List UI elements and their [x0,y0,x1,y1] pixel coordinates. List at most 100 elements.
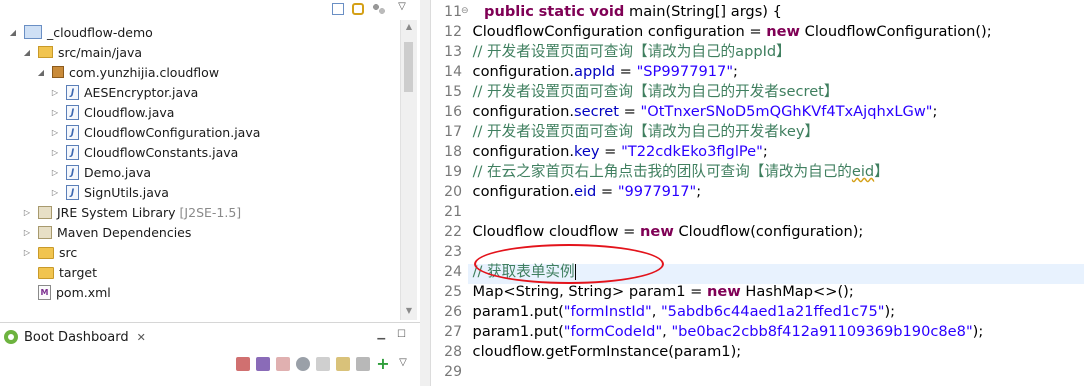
line-number: 26 [444,304,462,320]
expanded-arrow-icon[interactable]: ◢ [8,27,18,37]
code-line[interactable]: // 在云之家首页右上角点击我的团队可查询【请改为自己的eid】 [468,162,889,182]
tree-item-label: CloudflowConstants.java [84,144,239,160]
tree-item-label: _cloudflow-demo [47,24,153,40]
library-icon [38,225,52,239]
tree-item-label: CloudflowConfiguration.java [84,124,261,140]
line-number: 27 [444,324,462,340]
tree-item[interactable]: ▷ J Cloudflow.java [50,102,174,122]
spring-boot-icon [4,330,18,344]
close-icon[interactable]: ✕ [137,331,146,344]
java-file-icon: J [66,84,79,100]
collapsed-arrow-icon[interactable]: ▷ [22,207,32,217]
collapsed-arrow-icon[interactable]: ▷ [50,107,60,117]
collapse-all-icon[interactable] [332,3,344,15]
chevron-down-icon[interactable]: ▽ [396,357,410,371]
code-line[interactable]: // 开发者设置页面可查询【请改为自己的开发者key】 [468,122,820,142]
collapsed-arrow-icon[interactable]: ▷ [50,187,60,197]
tree-item-label: target [59,264,98,280]
add-icon[interactable]: + [376,356,390,372]
open-browser-icon[interactable] [296,357,310,371]
line-number: 23 [444,244,462,260]
filter-icon[interactable] [356,357,370,371]
code-line[interactable]: cloudflow.getFormInstance(param1); [468,342,742,362]
code-line[interactable]: param1.put("formInstId", "5abdb6c44aed1a… [468,302,896,322]
line-number: 28 [444,344,462,360]
collapsed-arrow-icon[interactable]: ▷ [22,227,32,237]
tree-item-suffix: [J2SE-1.5] [179,204,242,220]
line-number: 29 [444,364,462,380]
collapsed-arrow-icon[interactable]: ▷ [22,247,32,257]
line-number: 21 [444,204,462,220]
folder-icon [38,267,54,279]
code-line[interactable]: Map<String, String> param1 = new HashMap… [468,282,854,302]
tree-item[interactable]: ▷ J AESEncryptor.java [50,82,198,102]
java-file-icon: J [66,104,79,120]
panel-controls: ▁ ☐ [377,329,406,340]
tree-item[interactable]: ▷ J CloudflowConfiguration.java [50,122,260,142]
tree-item[interactable]: target [22,262,97,282]
scroll-up-icon[interactable]: ▲ [404,22,414,31]
code-editor[interactable]: public static void main(String[] args) {… [468,0,1084,386]
tree-item-label: AESEncryptor.java [84,84,199,100]
line-number: 12 [444,24,462,40]
tab-boot-dashboard[interactable]: Boot Dashboard ✕ [0,323,146,351]
collapsed-arrow-icon[interactable]: ▷ [50,87,60,97]
edit-icon[interactable] [336,357,350,371]
collapsed-arrow-icon [22,287,32,297]
scroll-down-icon[interactable]: ▼ [404,306,414,315]
code-line[interactable]: // 开发者设置页面可查询【请改为自己的开发者secret】 [468,82,839,102]
code-line[interactable]: CloudflowConfiguration configuration = n… [468,22,992,42]
debug-icon[interactable] [256,357,270,371]
code-line[interactable]: configuration.key = "T22cdkEko3flglPe"; [468,142,768,162]
library-icon [38,205,52,219]
tree-item[interactable]: ▷ JRE System Library [J2SE-1.5] [22,202,241,222]
stop-icon[interactable] [276,357,290,371]
view-sash[interactable] [420,0,431,386]
tree-item[interactable]: Mpom.xml [22,282,111,302]
maven-file-icon: M [38,284,51,300]
tree-item[interactable]: ◢ com.yunzhijia.cloudflow [36,62,219,82]
tree-item-label: Maven Dependencies [57,224,192,240]
line-number: 13 [444,44,462,60]
line-number-gutter: 11 12 13 14 15 16 17 18 19 20 21 22 23 24 25 26 27 28 29 ⊖ [431,0,469,386]
code-line[interactable]: configuration.appId = "SP9977917"; [468,62,738,82]
console-icon[interactable] [316,357,330,371]
code-line[interactable]: param1.put("formCodeId", "be0bac2cbb8f41… [468,322,984,342]
java-file-icon: J [66,144,79,160]
code-line[interactable]: configuration.secret = "OtTnxerSNoD5mQGh… [468,102,938,122]
java-file-icon: J [66,164,79,180]
collapsed-arrow-icon[interactable]: ▷ [50,127,60,137]
expanded-arrow-icon[interactable]: ◢ [22,47,32,57]
view-menu-icon[interactable] [372,3,386,15]
line-number: 20 [444,184,462,200]
boot-dashboard-title: Boot Dashboard [24,329,129,345]
java-file-icon: J [66,124,79,140]
package-explorer: ▽ ◢ _cloudflow-demo ◢ src/main/java ◢ com.yun… [0,0,420,322]
tree-item[interactable]: ▷ J Demo.java [50,162,151,182]
tree-item-label: src [59,244,78,260]
link-with-editor-icon[interactable] [352,3,364,15]
tree-item-label: SignUtils.java [84,184,169,200]
tree-item[interactable]: ◢ src/main/java [22,42,142,62]
chevron-down-icon[interactable]: ▽ [394,1,410,17]
tree-item[interactable]: ▷ J CloudflowConstants.java [50,142,238,162]
tree-item[interactable]: ▷ Maven Dependencies [22,222,191,242]
boot-dashboard-panel: Boot Dashboard ✕ ▁ ☐ + ▽ [0,322,420,387]
explorer-scrollbar[interactable]: ▲ ▼ [400,20,417,320]
line-number: 15 [444,84,462,100]
tree-item[interactable]: ◢ _cloudflow-demo [8,22,153,42]
code-line[interactable]: public static void main(String[] args) { [484,2,782,22]
code-line[interactable]: configuration.eid = "9977917"; [468,182,702,202]
collapsed-arrow-icon[interactable]: ▷ [50,167,60,177]
start-icon[interactable] [236,357,250,371]
tree-item[interactable]: ▷ src [22,242,77,262]
collapsed-arrow-icon[interactable]: ▷ [50,147,60,157]
code-line[interactable]: Cloudflow cloudflow = new Cloudflow(conf… [468,222,864,242]
scrollbar-thumb[interactable] [404,42,413,92]
expanded-arrow-icon[interactable]: ◢ [36,67,46,77]
collapsed-arrow-icon [22,267,32,277]
minimize-icon[interactable]: ▁ [377,329,385,340]
tree-item[interactable]: ▷ J SignUtils.java [50,182,169,202]
maximize-icon[interactable]: ☐ [397,329,406,340]
code-line[interactable]: // 开发者设置页面可查询【请改为自己的appId】 [468,42,791,62]
